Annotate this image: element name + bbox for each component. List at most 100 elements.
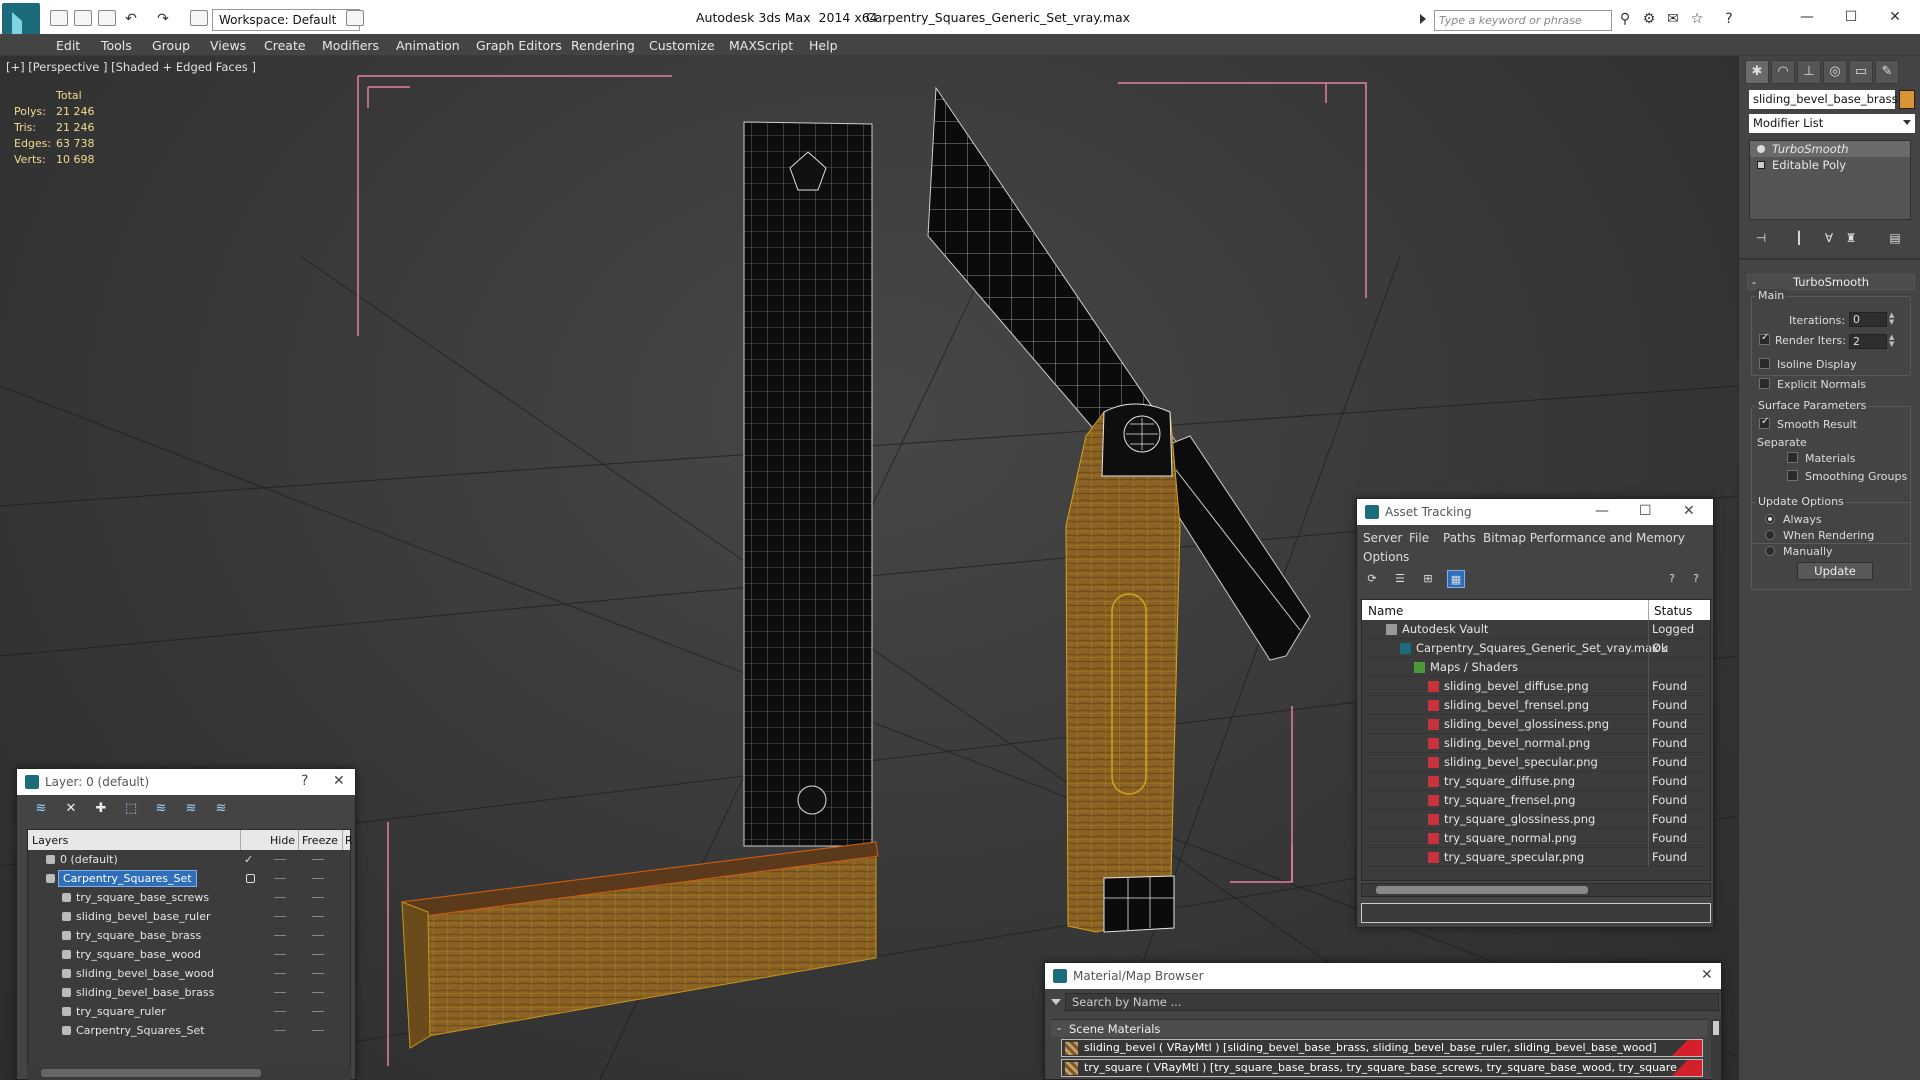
close-icon[interactable]: ✕ [1872,6,1918,28]
active-layer-check-icon[interactable]: ✓ [244,850,253,869]
layer-name[interactable]: sliding_bevel_base_ruler [76,907,210,926]
render-iters-spinner[interactable]: 2 [1849,334,1887,349]
layer-row[interactable]: sliding_bevel_base_brass [28,983,350,1002]
asset-row[interactable]: sliding_bevel_glossiness.png Found [1362,715,1710,734]
horizontal-scrollbar[interactable] [27,1067,351,1079]
help-icon[interactable]: ? [1663,570,1681,588]
modify-tab-icon[interactable]: ◠ [1771,60,1795,84]
scene-materials-group[interactable]: Scene Materials [1051,1019,1707,1037]
update-when-rendering-radio[interactable] [1765,530,1775,540]
layer-name[interactable]: Carpentry_Squares_Set [76,1021,205,1040]
help-icon[interactable]: ? [1720,11,1738,27]
spinner-arrows-icon[interactable]: ▲ ▼ [1889,312,1897,327]
update-manually-radio[interactable] [1765,546,1775,556]
hide-toggle[interactable] [274,1030,286,1031]
freeze-toggle[interactable] [312,992,324,993]
add-to-layer-icon[interactable]: ✚ [91,800,111,818]
save-file-icon[interactable] [98,10,116,26]
stack-item-turbosmooth[interactable]: TurboSmooth [1750,141,1910,157]
hide-toggle[interactable] [274,954,286,955]
layer-row[interactable]: Carpentry_Squares_Set [28,869,350,888]
menu-paths[interactable]: Paths [1443,531,1476,545]
freeze-toggle[interactable] [312,973,324,974]
update-button[interactable]: Update [1797,562,1873,580]
vertical-scrollbar[interactable] [1711,1019,1721,1080]
show-end-result-icon[interactable]: ┃ [1789,228,1809,248]
maximize-icon[interactable]: ☐ [1828,6,1874,28]
hide-toggle[interactable] [274,973,286,974]
menu-create[interactable]: Create [264,38,306,53]
asset-row[interactable]: try_square_glossiness.png Found [1362,810,1710,829]
menu-server[interactable]: Server [1363,531,1402,545]
column-name[interactable]: Name [1368,604,1403,618]
help-icon[interactable]: ? [301,773,308,789]
layer-name[interactable]: sliding_bevel_base_brass [76,983,214,1002]
expand-box-icon[interactable] [1757,161,1765,169]
create-layer-icon[interactable]: ≋ [31,800,51,818]
menu-graph-editors[interactable]: Graph Editors [476,38,562,53]
render-iters-checkbox[interactable] [1759,332,1770,345]
layer-row[interactable]: try_square_base_brass [28,926,350,945]
asset-row[interactable]: sliding_bevel_normal.png Found [1362,734,1710,753]
layer-name[interactable]: try_square_base_brass [76,926,201,945]
layer-row[interactable]: Carpentry_Squares_Set [28,1021,350,1040]
menu-customize[interactable]: Customize [649,38,715,53]
column-render[interactable]: R [345,834,353,847]
menu-maxscript[interactable]: MAXScript [729,38,793,53]
asset-row[interactable]: sliding_bevel_specular.png Found [1362,753,1710,772]
close-icon[interactable]: ✕ [1683,503,1695,519]
open-file-icon[interactable] [74,10,92,26]
layer-name[interactable]: sliding_bevel_base_wood [76,964,214,983]
layer-row[interactable]: 0 (default) ✓ [28,850,350,869]
project-folder-icon[interactable] [190,10,208,26]
hide-toggle[interactable] [274,1011,286,1012]
freeze-toggle[interactable] [312,1011,324,1012]
make-unique-icon[interactable]: ∀ [1819,228,1839,248]
asset-path-field[interactable] [1361,903,1711,923]
freeze-toggle[interactable] [312,897,324,898]
object-name-field[interactable]: sliding_bevel_base_brass [1749,90,1898,109]
material-item[interactable]: try_square ( VRayMtl ) [try_square_base_… [1061,1059,1703,1077]
stack-item-editable-poly[interactable]: Editable Poly [1750,157,1910,173]
menu-views[interactable]: Views [210,38,246,53]
iterations-spinner[interactable]: 0 [1849,312,1887,327]
maximize-icon[interactable]: ☐ [1639,503,1652,519]
scrollbar-thumb[interactable] [1376,886,1588,894]
hierarchy-tab-icon[interactable]: ⊥ [1797,60,1821,84]
select-layer-icon[interactable]: ≋ [151,800,171,818]
menu-bitmap-performance[interactable]: Bitmap Performance and Memory [1483,531,1685,545]
material-item[interactable]: sliding_bevel ( VRayMtl ) [sliding_bevel… [1061,1039,1703,1057]
menu-group[interactable]: Group [152,38,190,53]
freeze-toggle[interactable] [312,859,324,860]
menu-help[interactable]: Help [809,38,838,53]
tree-view-icon[interactable]: ⊞ [1419,570,1437,588]
list-view-icon[interactable]: ☰ [1391,570,1409,588]
layer-name[interactable]: try_square_ruler [76,1002,166,1021]
viewport-label[interactable]: [+] [Perspective ] [Shaded + Edged Faces… [6,60,256,74]
layer-name[interactable]: Carpentry_Squares_Set [58,870,197,887]
column-layers[interactable]: Layers [32,834,68,847]
remove-modifier-icon[interactable]: ♜ [1841,228,1861,248]
light-bulb-icon[interactable] [1757,145,1765,153]
set-active-layer-icon[interactable] [246,874,255,883]
turbosmooth-rollout-header[interactable]: - TurboSmooth [1747,274,1915,290]
hide-toggle[interactable] [274,992,286,993]
hide-toggle[interactable] [274,859,286,860]
freeze-toggle[interactable] [312,935,324,936]
modifier-list-dropdown[interactable]: Modifier List [1749,114,1915,133]
window-title-bar[interactable]: Material/Map Browser ✕ [1045,963,1721,989]
hide-all-layers-icon[interactable]: ≋ [181,800,201,818]
undo-icon[interactable]: ↶ [122,11,140,27]
scrollbar-thumb[interactable] [41,1069,261,1077]
context-help-icon[interactable]: ? [1687,570,1705,588]
menu-modifiers[interactable]: Modifiers [322,38,379,53]
menu-tools[interactable]: Tools [101,38,132,53]
layer-row[interactable]: try_square_ruler [28,1002,350,1021]
subscription-icon[interactable]: ⚙ [1640,11,1658,27]
asset-row[interactable]: try_square_normal.png Found [1362,829,1710,848]
asset-row[interactable]: try_square_specular.png Found [1362,848,1710,867]
create-tab-icon[interactable]: ✱ [1745,60,1769,84]
favorites-star-icon[interactable]: ☆ [1688,11,1706,27]
menu-rendering[interactable]: Rendering [571,38,635,53]
table-view-icon[interactable]: ▦ [1447,570,1465,588]
